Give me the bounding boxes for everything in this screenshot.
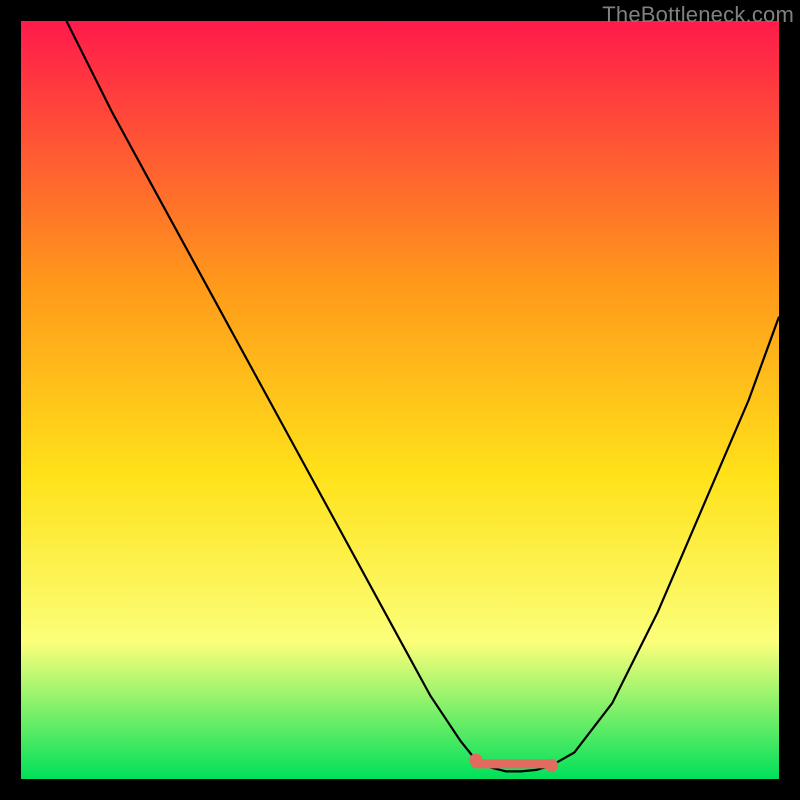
gradient-background: [21, 21, 779, 779]
watermark-text: TheBottleneck.com: [602, 2, 794, 28]
chart-frame: [21, 21, 779, 779]
marker-flat-right: [545, 759, 558, 772]
marker-flat-left: [469, 754, 482, 767]
chart-svg: [21, 21, 779, 779]
